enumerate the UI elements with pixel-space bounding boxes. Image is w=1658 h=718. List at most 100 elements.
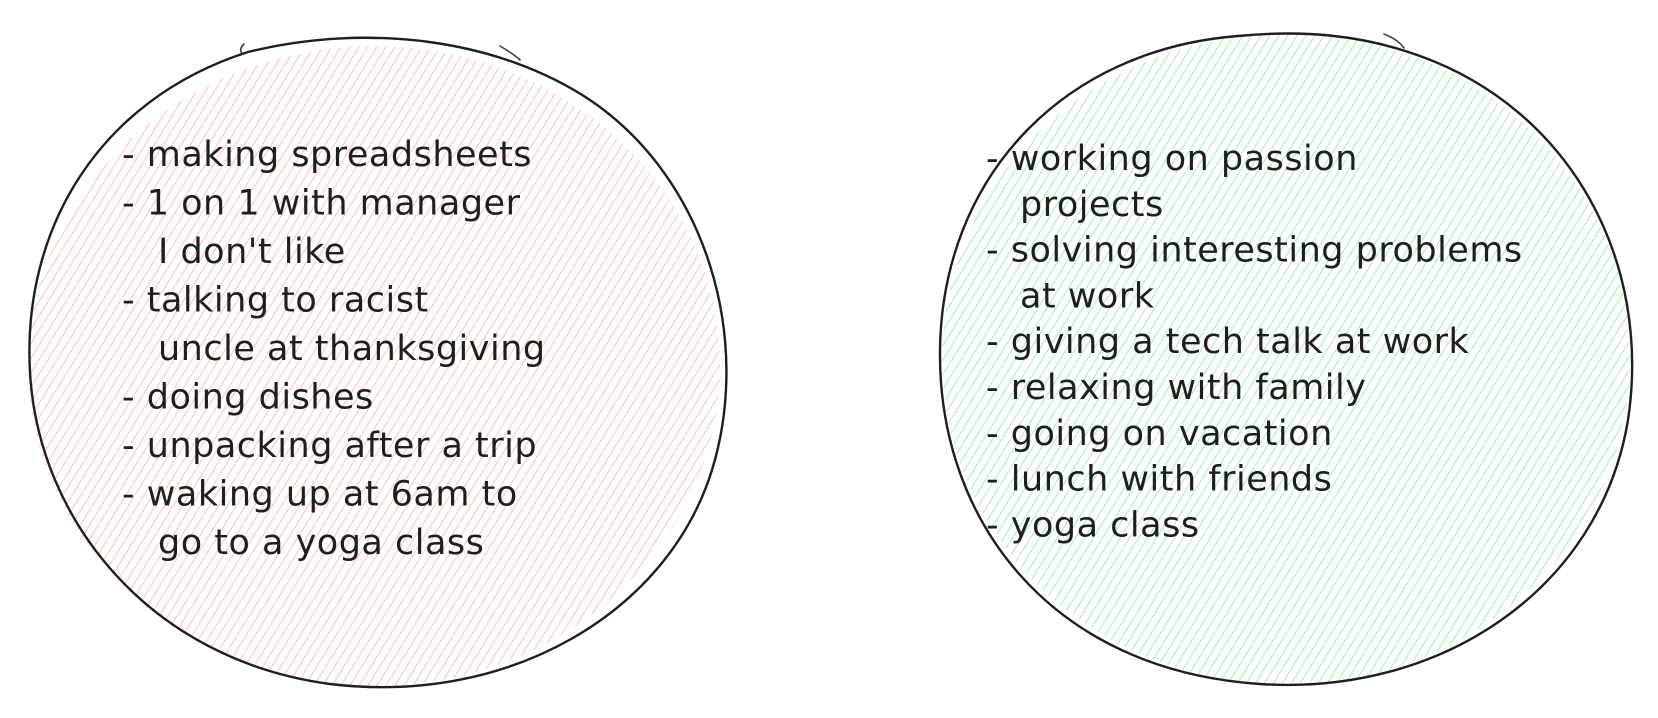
hatch-line xyxy=(942,33,1071,685)
hatch-line xyxy=(942,33,1332,685)
hatch-line xyxy=(942,33,1170,685)
hatch-line xyxy=(1226,33,1630,685)
hatch-line xyxy=(1190,33,1611,685)
list-item: - 1 on 1 with manager xyxy=(122,184,521,224)
hatch-line xyxy=(942,33,1197,685)
hatch-line xyxy=(1622,33,1630,685)
hatch-line xyxy=(1010,33,1431,685)
hatch-line xyxy=(983,33,1404,685)
hatch-line xyxy=(942,33,1260,685)
list-item: - making spreadsheets xyxy=(122,135,532,175)
hatch-line xyxy=(1001,33,1422,685)
hatch-line xyxy=(1118,33,1539,685)
left-circle: - making spreadsheets - 1 on 1 with manag… xyxy=(0,36,728,700)
hatch-line xyxy=(1632,25,1658,700)
hatch-line xyxy=(942,33,963,685)
hatch-line xyxy=(942,33,1143,685)
hatch-line xyxy=(942,33,954,685)
hatch-line xyxy=(942,33,1278,685)
hatch-line xyxy=(1433,33,1630,685)
hatch-line xyxy=(942,33,945,685)
hatch-line xyxy=(1073,33,1494,685)
list-item-continuation: uncle at thanksgiving xyxy=(158,329,546,369)
hatch-line xyxy=(942,33,1089,685)
hatch-line xyxy=(28,46,94,686)
hatch-line xyxy=(1082,33,1503,685)
hatch-line xyxy=(1091,33,1512,685)
hatch-line xyxy=(942,33,1116,685)
hatch-line xyxy=(1469,33,1630,685)
hatch-line xyxy=(1208,33,1629,685)
hatch-line xyxy=(942,33,1008,685)
list-item-continuation: go to a yoga class xyxy=(158,523,484,563)
hatch-line xyxy=(942,33,1305,685)
hatch-line xyxy=(1541,33,1630,685)
list-item-continuation: at work xyxy=(1020,276,1155,316)
list-item: - unpacking after a trip xyxy=(122,426,537,466)
hatch-line xyxy=(1424,33,1630,685)
hatch-line xyxy=(28,46,31,686)
hatch-line xyxy=(942,33,1053,685)
hatch-line xyxy=(1181,33,1602,685)
hatch-line xyxy=(1154,33,1575,685)
hatch-line xyxy=(942,33,1233,685)
hatch-line xyxy=(507,25,926,700)
hatch-line xyxy=(942,33,1269,685)
hatch-line xyxy=(942,33,1188,685)
hatch-line xyxy=(942,33,1215,685)
list-item: - solving interesting problems xyxy=(986,231,1523,271)
hatch-line xyxy=(1217,33,1630,685)
hatch-line xyxy=(942,33,1044,685)
hatch-line xyxy=(942,33,1350,685)
list-item: - doing dishes xyxy=(122,378,374,418)
hatch-line xyxy=(1028,33,1449,685)
hatch-line xyxy=(28,46,112,686)
hatch-line xyxy=(942,33,1314,685)
hatch-line xyxy=(1199,33,1620,685)
hatch-line xyxy=(28,46,58,686)
hatch-line xyxy=(489,25,908,700)
hatch-line xyxy=(942,33,999,685)
hatch-line xyxy=(942,33,1098,685)
hatch-line xyxy=(1136,33,1557,685)
list-item: - waking up at 6am to xyxy=(122,475,518,515)
hatch-line xyxy=(1451,33,1630,685)
list-item-continuation: I don't like xyxy=(158,232,346,272)
hatch-line xyxy=(1163,33,1584,685)
hatch-line xyxy=(942,33,1062,685)
hatch-line xyxy=(974,33,1395,685)
hatch-line xyxy=(1235,33,1630,685)
hatch-line xyxy=(498,25,917,700)
hatch-line xyxy=(942,33,1287,685)
hatch-line xyxy=(942,33,1161,685)
hatch-line xyxy=(942,33,1251,685)
hatch-line xyxy=(1145,33,1566,685)
list-item: - working on passion xyxy=(986,139,1358,179)
hatch-line xyxy=(942,33,1035,685)
hatch-line xyxy=(1100,33,1521,685)
hatch-line xyxy=(1055,33,1476,685)
hatch-line xyxy=(1046,33,1467,685)
hatch-line xyxy=(1514,33,1630,685)
list-item: - lunch with friends xyxy=(986,460,1332,500)
list-item: - yoga class xyxy=(986,505,1200,545)
hatch-line xyxy=(992,33,1413,685)
hatch-line xyxy=(942,33,1224,685)
hatch-line xyxy=(28,46,76,686)
hatch-line xyxy=(942,33,1017,685)
list-item: - going on vacation xyxy=(986,414,1333,454)
hatch-line xyxy=(942,33,1341,685)
list-item-continuation: projects xyxy=(1020,185,1164,225)
hatch-line xyxy=(1568,33,1630,685)
hatch-line xyxy=(956,33,1377,685)
hatch-line xyxy=(942,33,1323,685)
list-item: - talking to racist xyxy=(122,281,429,321)
hatch-line xyxy=(942,33,1179,685)
venn-style-diagram: - making spreadsheets - 1 on 1 with manag… xyxy=(0,25,1658,700)
hatch-line xyxy=(942,33,1359,685)
hatch-line xyxy=(942,33,990,685)
hatch-line xyxy=(1127,33,1548,685)
hatch-line xyxy=(0,40,12,700)
hatch-line xyxy=(1595,33,1630,685)
hatch-line xyxy=(1496,33,1630,685)
